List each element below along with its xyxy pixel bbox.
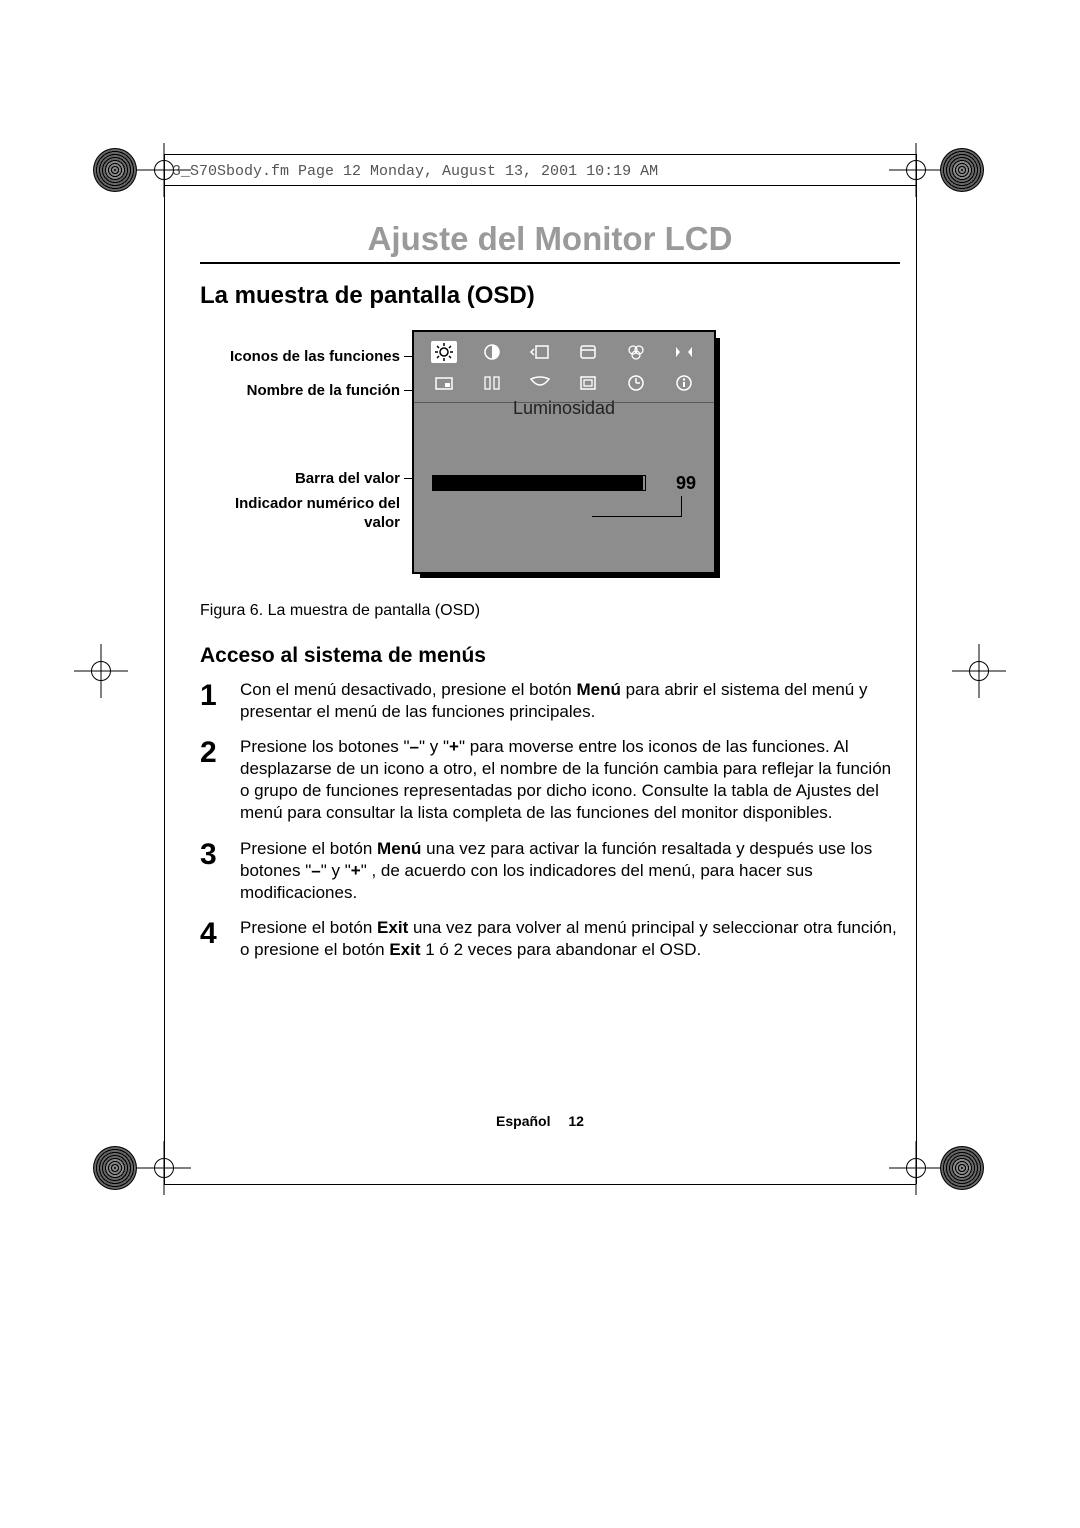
language-icon [479, 372, 505, 394]
rule [916, 154, 917, 1184]
step-number: 2 [200, 733, 240, 824]
document-page: 3_S70Sbody.fm Page 12 Monday, August 13,… [0, 0, 1080, 1528]
step-body: Presione el botón Exit una vez para volv… [240, 914, 900, 961]
hpos-icon [527, 341, 553, 363]
osd-panel: Luminosidad 99 [412, 330, 712, 574]
rule [164, 154, 165, 1184]
window-icon [575, 372, 601, 394]
osd-function-name: Luminosidad [414, 398, 714, 419]
section-heading: La muestra de pantalla (OSD) [200, 282, 900, 310]
brightness-icon [431, 341, 457, 363]
label-function-name: Nombre de la función [247, 382, 400, 401]
step-number: 1 [200, 676, 240, 723]
file-header: 3_S70Sbody.fm Page 12 Monday, August 13,… [172, 163, 658, 180]
registration-mark-icon [940, 1146, 984, 1190]
step-body: Con el menú desactivado, presione el bot… [240, 676, 900, 723]
step: 1Con el menú desactivado, presione el bo… [200, 676, 900, 723]
footer-language: Español [496, 1113, 550, 1129]
label-icons: Iconos de las funciones [230, 348, 400, 367]
leader-line [404, 390, 412, 391]
step-body: Presione el botón Menú una vez para acti… [240, 835, 900, 904]
shape-icon [527, 372, 553, 394]
steps-list: 1Con el menú desactivado, presione el bo… [200, 676, 900, 961]
page-footer: Español 12 [0, 1113, 1080, 1129]
leader-line [681, 496, 682, 516]
osd-value-bar [432, 475, 646, 491]
step-body: Presione los botones "–" y "+" para move… [240, 733, 900, 824]
step-number: 3 [200, 835, 240, 904]
step-number: 4 [200, 914, 240, 961]
panel: Luminosidad 99 [412, 330, 716, 574]
osd-diagram: Iconos de las funciones Nombre de la fun… [200, 330, 900, 574]
figure-caption: Figura 6. La muestra de pantalla (OSD) [200, 602, 900, 620]
title-rule [200, 262, 900, 264]
function-icons-band [414, 332, 714, 403]
contrast-icon [479, 341, 505, 363]
step: 3Presione el botón Menú una vez para act… [200, 835, 900, 904]
osd-value-number: 99 [656, 473, 696, 494]
page-title: Ajuste del Monitor LCD [200, 220, 900, 258]
registration-mark-icon [93, 148, 137, 192]
leader-line [592, 516, 682, 517]
step: 2Presione los botones "–" y "+" para mov… [200, 733, 900, 824]
rule [164, 154, 916, 155]
rule [164, 185, 916, 186]
leader-line [404, 478, 412, 479]
rule [164, 1184, 916, 1185]
osdpos-icon [431, 372, 457, 394]
registration-mark-icon [93, 1146, 137, 1190]
crosshair-icon [74, 644, 128, 698]
info-icon [671, 372, 697, 394]
step: 4Presione el botón Exit una vez para vol… [200, 914, 900, 961]
crosshair-icon [952, 644, 1006, 698]
leader-line [404, 356, 412, 357]
osd-value-row: 99 [432, 470, 696, 496]
callout-labels: Iconos de las funciones Nombre de la fun… [200, 330, 400, 570]
color-icon [623, 341, 649, 363]
content-area: Ajuste del Monitor LCD La muestra de pan… [200, 220, 900, 971]
hsize-icon [671, 341, 697, 363]
subsection-heading: Acceso al sistema de menús [200, 644, 900, 668]
label-numeric-indicator: Indicador numérico del valor [200, 495, 400, 533]
autolevel-icon [575, 341, 601, 363]
label-value-bar: Barra del valor [295, 470, 400, 489]
registration-mark-icon [940, 148, 984, 192]
footer-page-number: 12 [568, 1113, 584, 1129]
clock-icon [623, 372, 649, 394]
